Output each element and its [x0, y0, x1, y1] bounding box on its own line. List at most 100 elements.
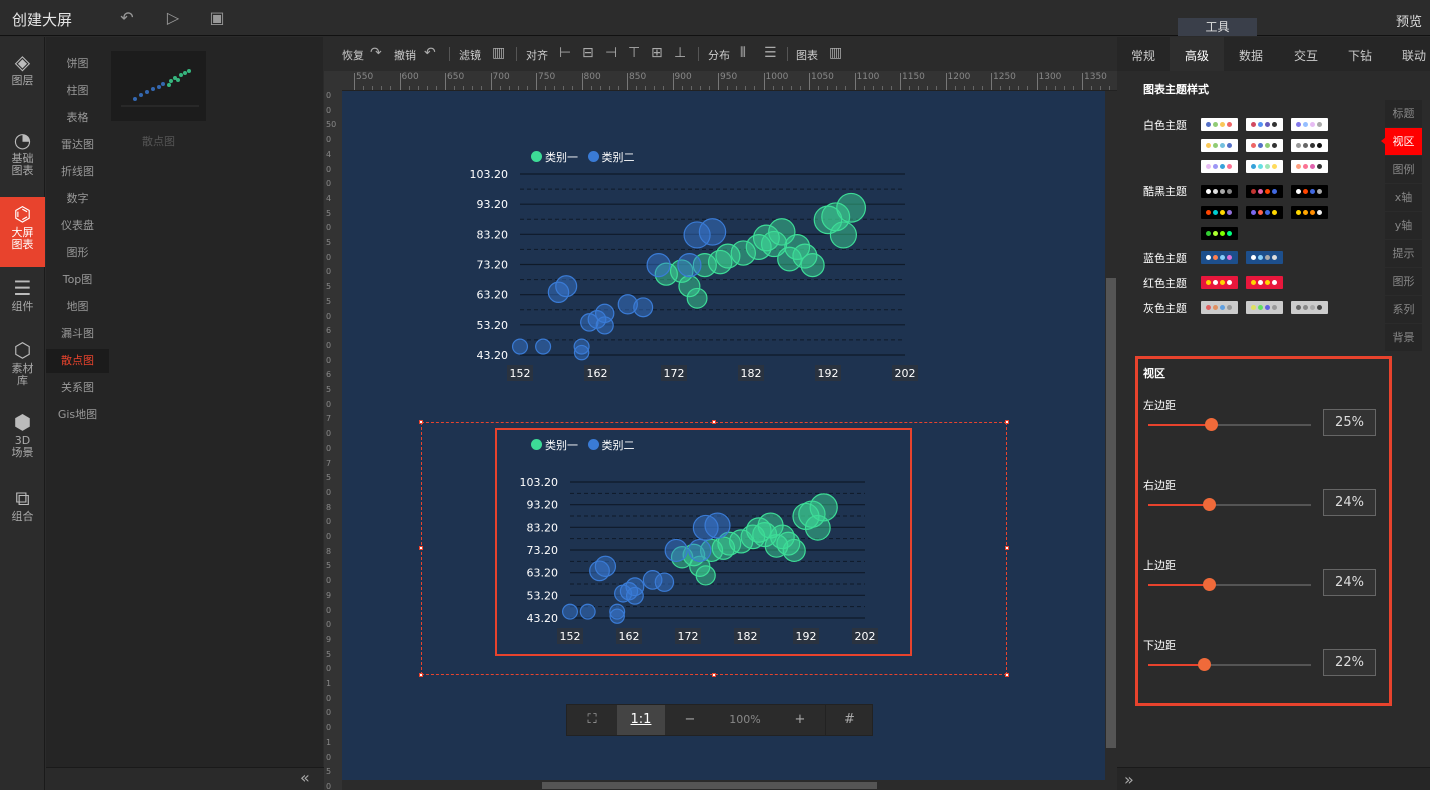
theme-swatch[interactable]: [1246, 118, 1283, 131]
theme-swatch[interactable]: [1291, 301, 1328, 314]
side-tab[interactable]: y轴: [1385, 212, 1422, 239]
theme-swatch[interactable]: [1246, 185, 1283, 198]
subnav-item[interactable]: 柱图: [46, 79, 109, 103]
subnav-item-scatter[interactable]: 散点图: [46, 349, 109, 373]
theme-swatch[interactable]: [1201, 206, 1238, 219]
tab-data[interactable]: 数据: [1239, 47, 1263, 64]
undo-icon[interactable]: ↶: [424, 45, 436, 61]
scatter-point[interactable]: [535, 338, 552, 355]
scatter-point[interactable]: [594, 555, 617, 577]
theme-swatch[interactable]: [1201, 160, 1238, 173]
align-right-icon[interactable]: ⊣: [605, 45, 617, 61]
tab-interaction[interactable]: 交互: [1294, 47, 1318, 64]
subnav-item[interactable]: Gis地图: [46, 403, 109, 427]
side-tab[interactable]: 系列: [1385, 296, 1422, 323]
nav-layers[interactable]: ◈ 图层: [0, 51, 45, 99]
theme-swatch[interactable]: [1201, 251, 1238, 264]
theme-swatch[interactable]: [1246, 139, 1283, 152]
theme-swatch[interactable]: [1291, 139, 1328, 152]
resize-handle[interactable]: [1005, 546, 1009, 550]
resize-handle[interactable]: [419, 546, 423, 550]
side-tab[interactable]: 图例: [1385, 156, 1422, 183]
theme-swatch[interactable]: [1291, 206, 1328, 219]
scatter-point[interactable]: [555, 275, 578, 298]
align-center-icon[interactable]: ⊟: [582, 45, 594, 61]
margin-value-input[interactable]: 25%: [1323, 409, 1376, 436]
theme-swatch[interactable]: [1246, 160, 1283, 173]
collapse-left-icon[interactable]: «: [300, 768, 310, 787]
scatter-point[interactable]: [654, 572, 675, 592]
theme-swatch[interactable]: [1201, 227, 1238, 240]
resize-handle[interactable]: [1005, 420, 1009, 424]
scatter-point[interactable]: [698, 218, 727, 246]
scrollbar-thumb[interactable]: [1106, 278, 1116, 748]
horizontal-scrollbar[interactable]: [342, 780, 1105, 790]
side-tab[interactable]: 标题: [1385, 100, 1422, 127]
resize-handle[interactable]: [1005, 673, 1009, 677]
slider-knob[interactable]: [1202, 498, 1216, 511]
distribute-horizontal-icon[interactable]: ⫴: [740, 45, 746, 61]
align-button[interactable]: 对齐: [526, 47, 548, 63]
theme-swatch[interactable]: [1201, 301, 1238, 314]
vertical-scrollbar[interactable]: [1105, 91, 1117, 780]
theme-swatch[interactable]: [1291, 118, 1328, 131]
align-bottom-icon[interactable]: ⊥: [674, 45, 686, 61]
align-middle-icon[interactable]: ⊞: [651, 45, 663, 61]
tab-drilldown[interactable]: 下钻: [1348, 47, 1372, 64]
nav-group[interactable]: ⧉ 组合: [0, 487, 45, 535]
zoom-out-button[interactable]: −: [665, 705, 715, 735]
resize-handle[interactable]: [712, 673, 716, 677]
scatter-point[interactable]: [829, 221, 857, 249]
side-tab[interactable]: 背景: [1385, 324, 1422, 351]
subnav-item[interactable]: 饼图: [46, 52, 109, 76]
scatter-point[interactable]: [695, 565, 716, 586]
restore-button[interactable]: 恢复: [342, 47, 364, 63]
subnav-item[interactable]: 数字: [46, 187, 109, 211]
tab-linkage[interactable]: 联动: [1402, 47, 1426, 64]
scatter-point[interactable]: [609, 608, 625, 624]
tool-tab[interactable]: 工具: [1178, 18, 1257, 36]
theme-swatch[interactable]: [1291, 160, 1328, 173]
subnav-item[interactable]: 关系图: [46, 376, 109, 400]
scatter-point[interactable]: [595, 316, 614, 335]
resize-handle[interactable]: [419, 673, 423, 677]
redo-icon[interactable]: ↷: [370, 45, 382, 61]
scatter-point[interactable]: [664, 538, 688, 563]
chart2-legend[interactable]: 类别一 类别二: [531, 437, 635, 453]
tab-general[interactable]: 常规: [1131, 47, 1155, 64]
theme-swatch[interactable]: [1201, 118, 1238, 131]
side-tab[interactable]: 提示: [1385, 240, 1422, 267]
theme-swatch[interactable]: [1246, 206, 1283, 219]
scatter-point[interactable]: [800, 253, 825, 278]
side-tab[interactable]: x轴: [1385, 184, 1422, 211]
theme-swatch[interactable]: [1246, 301, 1283, 314]
filter-button[interactable]: 滤镜: [459, 47, 481, 63]
scatter-chart-1[interactable]: 103.20 93.20 83.20 73.20 63.20 53.20 43.20152 1…: [470, 160, 930, 390]
tab-advanced-label[interactable]: 高级: [1185, 47, 1209, 64]
scatter-point[interactable]: [625, 586, 644, 605]
side-tab[interactable]: 视区: [1385, 128, 1422, 155]
subnav-item[interactable]: 仪表盘: [46, 214, 109, 238]
scatter-point[interactable]: [511, 338, 529, 355]
preview-button[interactable]: 预览: [1396, 11, 1422, 30]
resize-handle[interactable]: [712, 420, 716, 424]
theme-swatch[interactable]: [1201, 276, 1238, 289]
margin-value-input[interactable]: 24%: [1323, 569, 1376, 596]
play-icon[interactable]: ▷: [164, 9, 182, 27]
nav-screen-charts[interactable]: ⌬ 大屏图表: [0, 197, 45, 267]
theme-swatch[interactable]: [1246, 251, 1283, 264]
scatter-point[interactable]: [782, 538, 806, 563]
scatter-chart-2[interactable]: 103.20 93.20 83.20 73.20 63.20 53.20 43.20152 1…: [500, 470, 900, 650]
fit-icon[interactable]: ⛶: [567, 705, 617, 735]
scatter-point[interactable]: [573, 344, 590, 361]
grid-icon[interactable]: #: [825, 705, 873, 735]
undo-button[interactable]: 撤销: [394, 47, 416, 63]
theme-swatch[interactable]: [1201, 139, 1238, 152]
collapse-right-icon[interactable]: »: [1124, 770, 1134, 789]
nav-3d-scene[interactable]: ⬢ 3D场景: [0, 411, 45, 471]
scatter-point[interactable]: [809, 493, 838, 522]
subnav-item[interactable]: 漏斗图: [46, 322, 109, 346]
one-to-one-button[interactable]: 1:1: [617, 705, 665, 735]
distribute-vertical-icon[interactable]: ☰: [764, 45, 777, 61]
slider-knob[interactable]: [1197, 658, 1211, 671]
